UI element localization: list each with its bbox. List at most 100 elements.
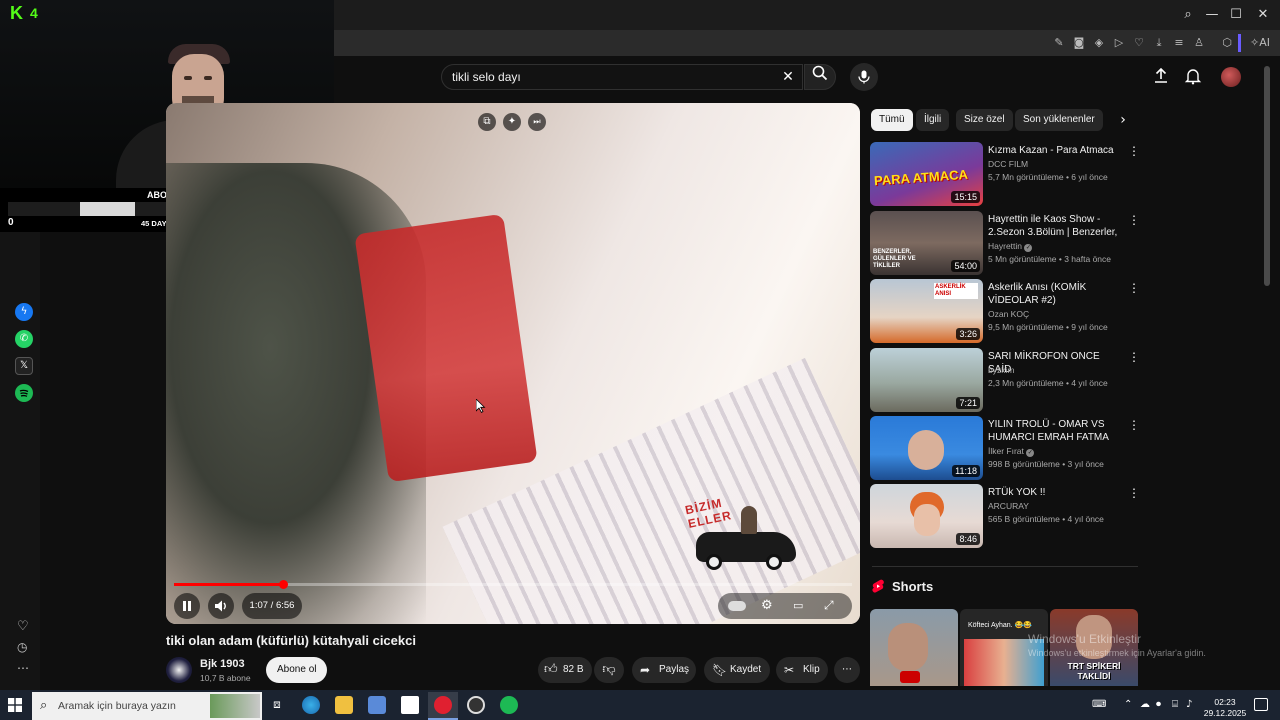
video-thumbnail[interactable]: 11:18 <box>870 416 983 480</box>
pause-button[interactable] <box>174 593 200 619</box>
ai-icon[interactable]: ✧AI <box>1248 35 1272 51</box>
progress-scrubber[interactable] <box>279 580 288 589</box>
chip-for-you[interactable]: Size özel <box>956 109 1013 131</box>
share-button[interactable]: ➦ Paylaş <box>632 657 696 683</box>
related-video[interactable]: BENZERLER, GÜLENLER VE TİKLİLER 54:00 Ha… <box>870 211 1140 275</box>
video-player[interactable]: ⧉ ✦ ⏭ BİZİM ELLER 1:07 / 6:56 ⚙ ▭ ⤢ <box>166 103 860 624</box>
video-title[interactable]: YILIN TROLÜ - OMAR VS HUMARCI EMRAH FATM… <box>988 418 1124 444</box>
clock-time[interactable]: 02:23 <box>1202 697 1248 707</box>
history-icon[interactable]: ◷ <box>17 640 27 654</box>
fullscreen-icon[interactable]: ⤢ <box>824 598 834 613</box>
clock-date[interactable]: 29.12.2025 <box>1202 708 1248 718</box>
channel-name[interactable]: Ozan KOÇ <box>988 309 1029 319</box>
avatar[interactable] <box>1221 67 1241 87</box>
obs-icon[interactable] <box>467 696 485 714</box>
settings-icon[interactable]: ⚙ <box>761 598 773 613</box>
chip-recent[interactable]: Son yüklenenler <box>1015 109 1103 131</box>
mic-icon[interactable]: ⏺ <box>1156 699 1161 710</box>
voice-search-button[interactable] <box>850 63 878 91</box>
miniplayer-icon[interactable]: ⧉ <box>478 113 496 131</box>
subscribe-button[interactable]: Abone ol <box>266 657 328 683</box>
opera-icon[interactable] <box>434 696 452 714</box>
onedrive-icon[interactable]: ☁ <box>1140 699 1150 710</box>
related-video[interactable]: PARA ATMACA 15:15 Kızma Kazan - Para Atm… <box>870 142 1140 206</box>
messenger-icon[interactable]: ϟ <box>15 303 33 321</box>
camera-icon[interactable]: ◙ <box>1071 35 1087 51</box>
related-video[interactable]: 8:46 RTÜk YOK !! ARCURAY 565 B görüntüle… <box>870 484 1140 548</box>
more-icon[interactable]: ⋯ <box>17 661 29 675</box>
extension-icon[interactable]: ⬡ <box>1219 35 1235 51</box>
notifications-button[interactable] <box>1184 67 1202 85</box>
more-options-icon[interactable]: ⋮ <box>1128 144 1140 158</box>
more-options-icon[interactable]: ⋮ <box>1128 213 1140 227</box>
like-button[interactable]: 👍︎ 82 B <box>538 657 592 683</box>
heart-icon[interactable]: ♡ <box>17 619 29 634</box>
task-view-icon[interactable]: ⧈ <box>269 697 285 713</box>
profile-icon[interactable]: ♙ <box>1191 35 1207 51</box>
theater-mode-icon[interactable]: ▭ <box>793 599 803 612</box>
volume-icon[interactable]: ♪ <box>1186 699 1192 710</box>
maximize-button[interactable]: ☐ <box>1225 6 1247 24</box>
x-icon[interactable]: 𝕏 <box>15 357 33 375</box>
skip-icon[interactable]: ⏭ <box>528 113 546 131</box>
more-options-icon[interactable]: ⋮ <box>1128 486 1140 500</box>
edge-icon[interactable] <box>302 696 320 714</box>
taskbar-search[interactable]: ⌕ Aramak için buraya yazın <box>32 692 262 720</box>
video-title[interactable]: Kızma Kazan - Para Atmaca <box>988 144 1124 157</box>
spotify-icon[interactable] <box>15 384 33 402</box>
chevron-up-icon[interactable]: ⌃ <box>1124 699 1132 710</box>
clip-button[interactable]: ✂ Klip <box>776 657 828 683</box>
search-box[interactable] <box>441 64 803 90</box>
channel-name[interactable]: ARCURAY <box>988 501 1029 511</box>
related-video[interactable]: 7:21 SARI MİKROFON ONCE SAİD byzkim 2,3 … <box>870 348 1140 412</box>
save-button[interactable]: 🔖︎ Kaydet <box>704 657 770 683</box>
autoplay-toggle[interactable] <box>728 601 746 611</box>
play-icon[interactable]: ▷ <box>1111 35 1127 51</box>
spotify-icon[interactable] <box>500 696 518 714</box>
channel-name[interactable]: İlker Fırat ✓ <box>988 446 1035 457</box>
more-options-icon[interactable]: ⋮ <box>1128 418 1140 432</box>
upload-button[interactable] <box>1152 67 1170 85</box>
download-icon[interactable]: ⤓ <box>1151 35 1167 51</box>
video-title[interactable]: Askerlik Anısı (KOMİK VİDEOLAR #2) <box>988 281 1124 307</box>
file-explorer-icon[interactable] <box>335 696 353 714</box>
shield-icon[interactable]: ◈ <box>1091 35 1107 51</box>
chip-all[interactable]: Tümü <box>871 109 913 131</box>
related-video[interactable]: 11:18 YILIN TROLÜ - OMAR VS HUMARCI EMRA… <box>870 416 1140 480</box>
windows-start-icon[interactable] <box>8 698 22 712</box>
search-input[interactable] <box>442 65 742 89</box>
scrollbar-thumb[interactable] <box>1264 66 1270 286</box>
search-button[interactable] <box>804 64 836 90</box>
video-title[interactable]: Hayrettin ile Kaos Show - 2.Sezon 3.Bölü… <box>988 213 1124 239</box>
network-icon[interactable]: ⌸ <box>1172 699 1178 710</box>
search-icon[interactable]: ⌕ <box>1177 6 1199 24</box>
channel-avatar[interactable] <box>166 657 192 683</box>
clear-search-button[interactable]: ✕ <box>778 66 798 86</box>
chevron-right-icon[interactable]: › <box>1114 111 1132 129</box>
heart-icon[interactable]: ♡ <box>1131 35 1147 51</box>
more-options-icon[interactable]: ⋮ <box>1128 350 1140 364</box>
channel-name[interactable]: DCC FILM <box>988 159 1028 169</box>
video-thumbnail[interactable]: BENZERLER, GÜLENLER VE TİKLİLER 54:00 <box>870 211 983 275</box>
channel-name[interactable]: byzkim <box>988 365 1014 375</box>
mail-icon[interactable] <box>401 696 419 714</box>
short-thumbnail[interactable] <box>870 609 958 686</box>
video-title[interactable]: RTÜk YOK !! <box>988 486 1124 499</box>
whatsapp-icon[interactable]: ✆ <box>15 330 33 348</box>
video-thumbnail[interactable]: 8:46 <box>870 484 983 548</box>
chip-related[interactable]: İlgili <box>916 109 950 131</box>
edit-icon[interactable]: ✎ <box>1051 35 1067 51</box>
dislike-button[interactable]: 👎︎ <box>594 657 624 683</box>
minimize-button[interactable]: — <box>1201 6 1223 24</box>
related-video[interactable]: ASKERLİK ANISI 3:26 Askerlik Anısı (KOMİ… <box>870 279 1140 343</box>
channel-name[interactable]: Bjk 1903 <box>200 658 245 670</box>
store-icon[interactable] <box>368 696 386 714</box>
close-window-button[interactable]: ✕ <box>1252 6 1274 24</box>
video-thumbnail[interactable]: 7:21 <box>870 348 983 412</box>
video-thumbnail[interactable]: PARA ATMACA 15:15 <box>870 142 983 206</box>
keyboard-icon[interactable]: ⌨ <box>1092 699 1106 710</box>
more-actions-button[interactable]: ⋯ <box>834 657 860 683</box>
more-options-icon[interactable]: ⋮ <box>1128 281 1140 295</box>
video-thumbnail[interactable]: ASKERLİK ANISI 3:26 <box>870 279 983 343</box>
menu-icon[interactable]: ≡ <box>1171 35 1187 51</box>
